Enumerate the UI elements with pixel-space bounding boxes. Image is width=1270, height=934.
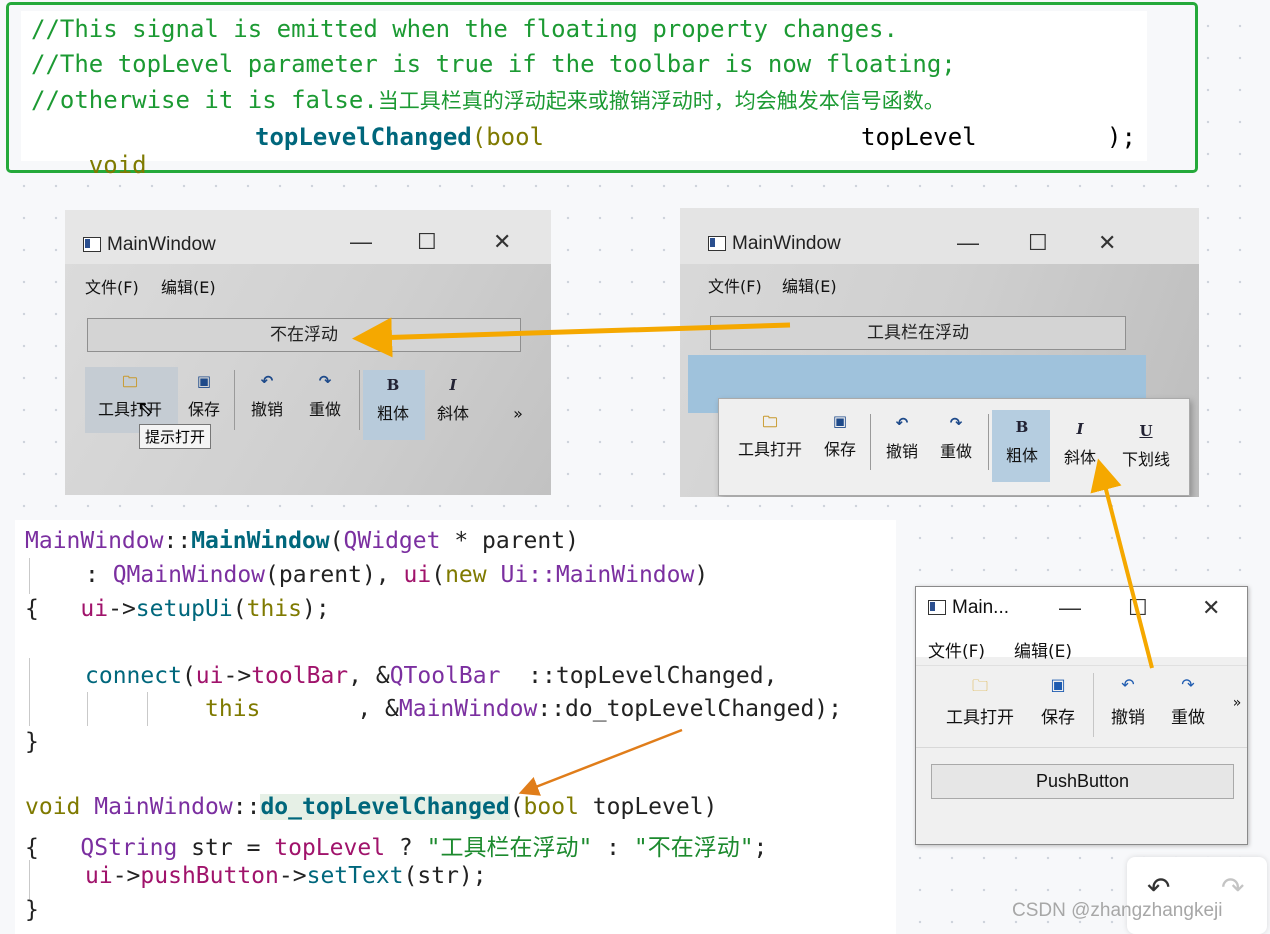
arrow-connect-to-slot [518, 728, 683, 796]
arrow-floating-to-not-floating [352, 317, 791, 358]
annotation-arrows [352, 317, 1154, 796]
arrow-window-to-floating [1090, 458, 1154, 669]
